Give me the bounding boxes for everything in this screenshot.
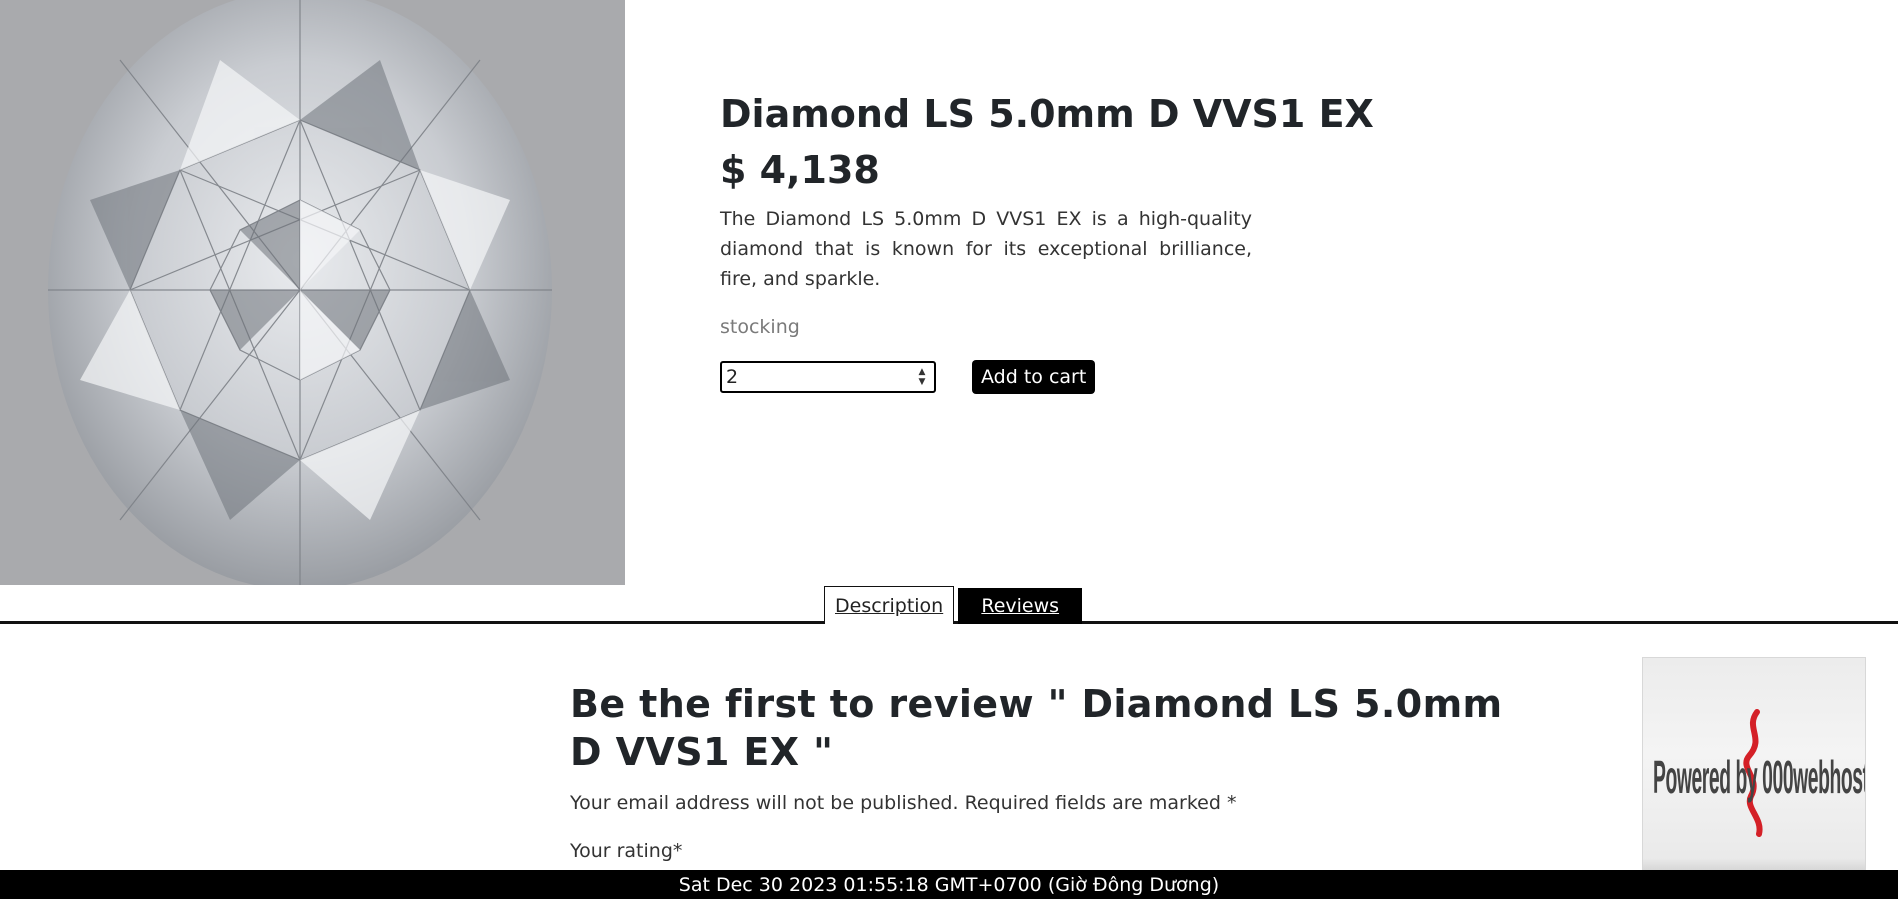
- chevron-down-icon[interactable]: ▼: [919, 377, 926, 387]
- date-bar: Sat Dec 30 2023 01:55:18 GMT+0700 (Giờ Đ…: [0, 870, 1898, 899]
- product-title: Diamond LS 5.0mm D VVS1 EX: [720, 92, 1374, 136]
- product-price: $ 4,138: [720, 148, 880, 192]
- chevron-up-icon[interactable]: ▲: [919, 367, 926, 377]
- stock-status: stocking: [720, 316, 800, 338]
- current-datetime: Sat Dec 30 2023 01:55:18 GMT+0700 (Giờ Đ…: [678, 873, 1220, 896]
- tab-description[interactable]: Description: [824, 586, 955, 624]
- powered-by-text: Powered by 000webhost: [1653, 751, 1866, 803]
- powered-by-badge[interactable]: Powered by 000webhost: [1642, 657, 1866, 899]
- product-info: Diamond LS 5.0mm D VVS1 EX $ 4,138 The D…: [720, 88, 1374, 394]
- product-image: [0, 0, 625, 585]
- product-tabs: Description Reviews: [824, 586, 1083, 624]
- review-section: Be the first to review " Diamond LS 5.0m…: [570, 680, 1520, 864]
- rating-label: Your rating*: [570, 840, 683, 862]
- diamond-illustration: [0, 0, 625, 585]
- add-to-cart-button[interactable]: Add to cart: [972, 360, 1096, 394]
- tab-reviews[interactable]: Reviews: [958, 588, 1083, 624]
- quantity-input[interactable]: 2 ▲ ▼: [720, 361, 936, 393]
- review-title: Be the first to review " Diamond LS 5.0m…: [570, 682, 1503, 774]
- cart-row: 2 ▲ ▼ Add to cart: [720, 360, 1252, 394]
- review-note: Your email address will not be published…: [570, 792, 1237, 814]
- quantity-value[interactable]: 2: [726, 366, 738, 388]
- quantity-stepper[interactable]: ▲ ▼: [914, 363, 930, 391]
- product-description: The Diamond LS 5.0mm D VVS1 EX is a high…: [720, 208, 1252, 290]
